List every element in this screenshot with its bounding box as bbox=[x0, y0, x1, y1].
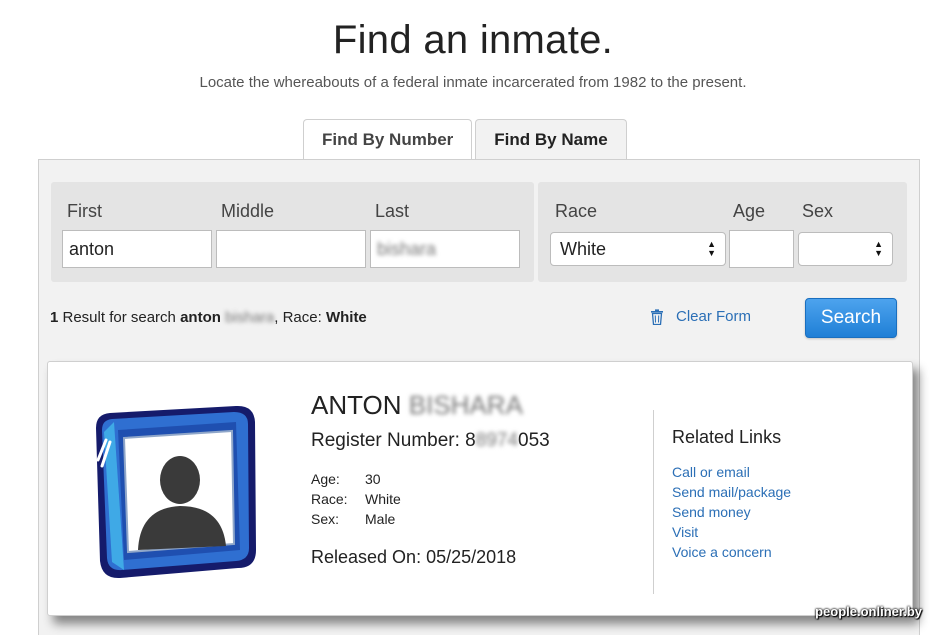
related-links-title: Related Links bbox=[672, 427, 782, 447]
link-send-mail-package[interactable]: Send mail/package bbox=[672, 484, 791, 504]
age-input[interactable] bbox=[729, 230, 794, 268]
age-label: Age bbox=[733, 201, 766, 221]
page-title: Find an inmate. bbox=[332, 18, 614, 62]
tab-find-by-number[interactable]: Find By Number bbox=[303, 119, 473, 159]
result-race: White bbox=[325, 309, 367, 326]
attributes-fieldset: Race White ▲ ▼ Age Sex ▲ ▼ bbox=[538, 182, 907, 282]
select-arrows-icon: ▲ ▼ bbox=[707, 239, 716, 258]
last-name-input[interactable]: bishara bbox=[370, 230, 520, 268]
result-last: bishara bbox=[225, 309, 275, 326]
race-select[interactable]: White ▲ ▼ bbox=[550, 232, 726, 266]
select-arrows-icon: ▲ ▼ bbox=[874, 239, 883, 258]
inmate-details: Age: 30 Race: White Sex: Male bbox=[311, 469, 401, 529]
clear-form-button[interactable]: Clear Form bbox=[650, 308, 751, 325]
link-call-or-email[interactable]: Call or email bbox=[672, 464, 791, 484]
related-links-list: Call or email Send mail/package Send mon… bbox=[672, 464, 791, 564]
middle-label: Middle bbox=[221, 201, 275, 221]
release-date: Released On: 05/25/2018 bbox=[311, 547, 517, 567]
race-key: Race: bbox=[311, 491, 348, 507]
race-select-value: White bbox=[560, 238, 607, 259]
register-number: Register Number: 88974053 bbox=[311, 430, 550, 451]
sex-label: Sex bbox=[802, 201, 834, 221]
sex-select[interactable]: ▲ ▼ bbox=[798, 232, 893, 266]
inmate-result-card: ANTON BISHARA Register Number: 88974053 … bbox=[47, 361, 913, 616]
age-value: 30 bbox=[365, 471, 381, 487]
card-divider bbox=[653, 410, 654, 594]
page-subtitle: Locate the whereabouts of a federal inma… bbox=[199, 74, 747, 91]
tab-find-by-name[interactable]: Find By Name bbox=[475, 119, 627, 160]
inmate-first-name: ANTON bbox=[311, 390, 402, 420]
sex-key: Sex: bbox=[311, 511, 340, 527]
sex-value: Male bbox=[365, 511, 396, 527]
race-label: Race bbox=[555, 201, 598, 221]
age-key: Age: bbox=[311, 471, 340, 487]
first-name-input[interactable] bbox=[62, 230, 212, 268]
search-tabs: Find By Number Find By Name bbox=[303, 119, 627, 160]
last-label: Last bbox=[375, 201, 410, 221]
inmate-last-name: BISHARA bbox=[408, 390, 523, 420]
link-send-money[interactable]: Send money bbox=[672, 504, 791, 524]
register-number-hidden: 8974 bbox=[475, 430, 519, 451]
watermark: people.onliner.by bbox=[815, 604, 922, 619]
first-label: First bbox=[67, 201, 102, 221]
trash-icon bbox=[650, 308, 664, 325]
link-voice-a-concern[interactable]: Voice a concern bbox=[672, 544, 791, 564]
result-summary: 1 Result for search anton bishara, Race:… bbox=[50, 309, 367, 326]
middle-name-input[interactable] bbox=[216, 230, 366, 268]
last-name-value: bishara bbox=[377, 238, 437, 259]
search-panel: First Middle Last bishara Race White ▲▼ … bbox=[38, 159, 920, 635]
inmate-photo-placeholder-icon bbox=[84, 400, 264, 580]
race-value: White bbox=[365, 491, 401, 507]
inmate-name: ANTON BISHARA bbox=[311, 390, 523, 421]
search-button[interactable]: Search bbox=[805, 298, 897, 338]
name-fieldset: First Middle Last bishara bbox=[51, 182, 534, 282]
clear-form-label: Clear Form bbox=[676, 308, 752, 325]
result-first: anton bbox=[180, 309, 221, 326]
link-visit[interactable]: Visit bbox=[672, 524, 791, 544]
